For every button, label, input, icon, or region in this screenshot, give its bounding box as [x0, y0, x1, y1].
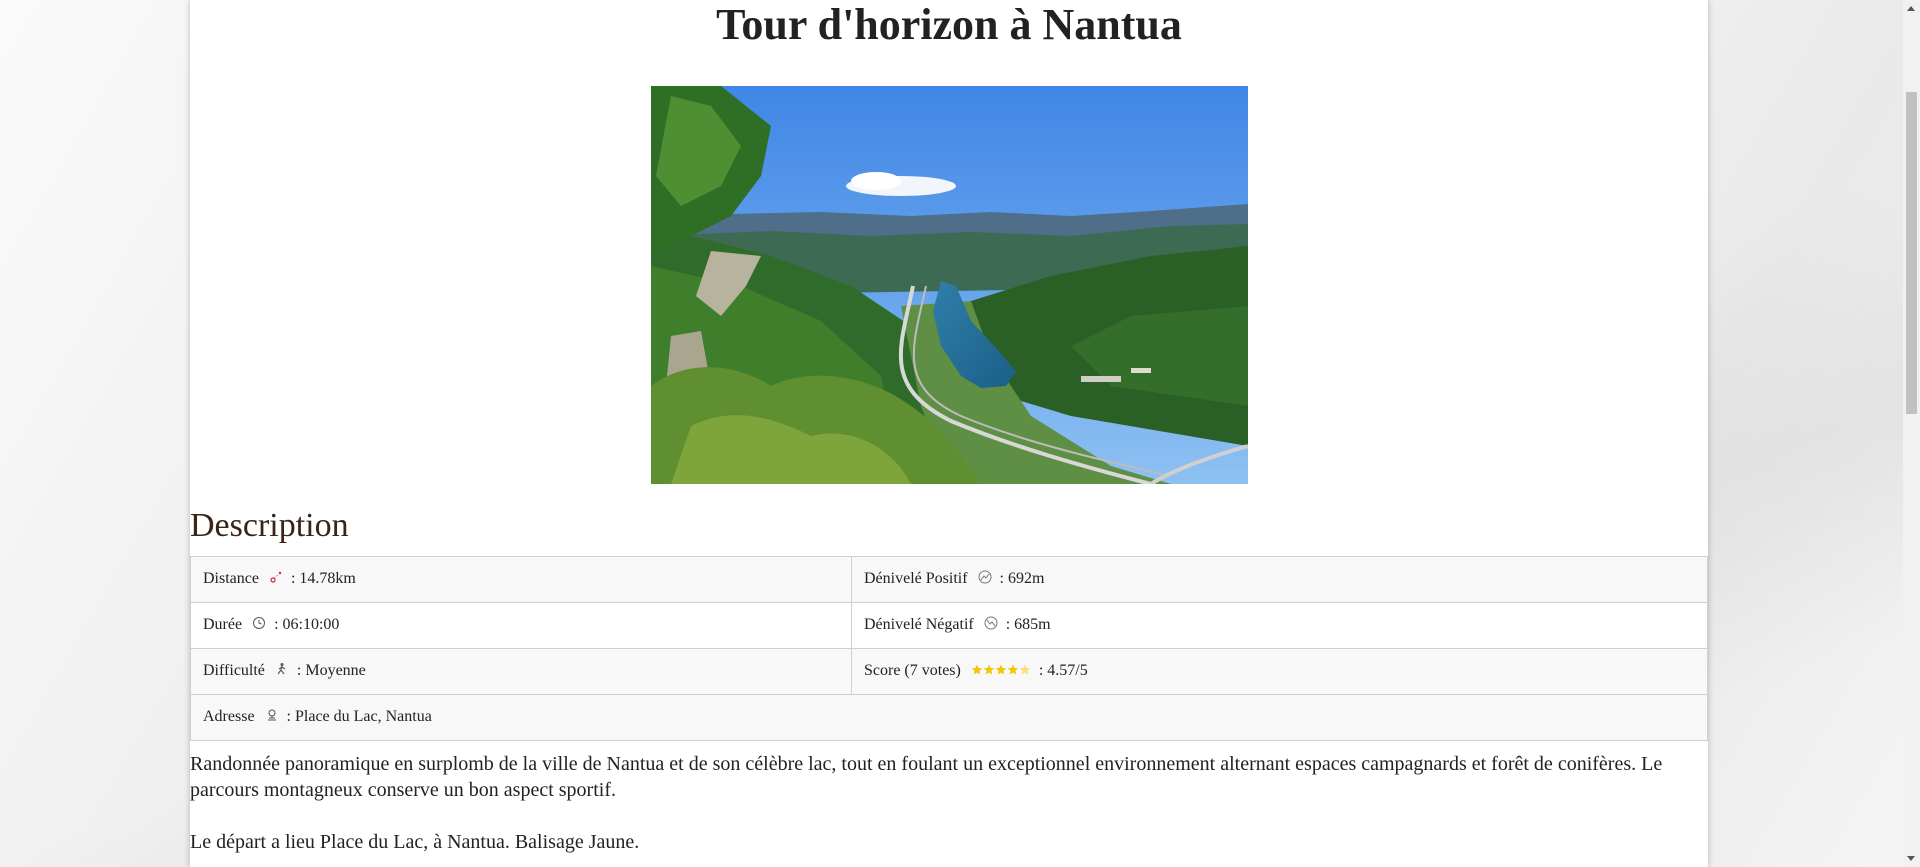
rating-star — [983, 664, 995, 675]
difficulty-value: : Moyenne — [296, 662, 366, 680]
trail-info-table: Distance : 14.78km Dénivelé Positif : 69… — [190, 556, 1708, 741]
elevation-down-value: : 685m — [1005, 616, 1051, 634]
description-text: Randonnée panoramique en surplomb de la … — [190, 751, 1708, 855]
rating-star — [995, 664, 1007, 675]
duration-label: Durée — [203, 616, 243, 634]
elevation-down-label: Dénivelé Négatif — [864, 616, 974, 634]
section-title-description: Description — [190, 507, 349, 544]
score-label: Score (7 votes) — [864, 662, 961, 680]
clock-icon — [252, 616, 266, 635]
elevation-up-icon — [978, 570, 992, 589]
table-row: Difficulté : Moyenne Score (7 votes) : 4… — [190, 648, 1708, 695]
hero-image — [650, 86, 1248, 484]
location-icon — [265, 708, 279, 727]
scroll-down-arrow-icon[interactable] — [1907, 856, 1915, 861]
address-label: Adresse — [203, 708, 255, 726]
table-row: Adresse : Place du Lac, Nantua — [190, 694, 1708, 741]
info-cell-difficulty: Difficulté : Moyenne — [190, 648, 852, 695]
scroll-up-arrow-icon[interactable] — [1907, 6, 1915, 11]
elevation-down-icon — [984, 616, 998, 635]
distance-label: Distance — [203, 570, 259, 588]
scrollbar-thumb[interactable] — [1906, 92, 1917, 414]
table-row: Durée : 06:10:00 Dénivelé Négatif : 685m — [190, 602, 1708, 649]
vertical-scrollbar[interactable] — [1903, 0, 1920, 867]
info-cell-distance: Distance : 14.78km — [190, 556, 852, 603]
info-cell-score: Score (7 votes) : 4.57/5 — [851, 648, 1708, 695]
address-value: : Place du Lac, Nantua — [286, 708, 432, 726]
table-row: Distance : 14.78km Dénivelé Positif : 69… — [190, 556, 1708, 603]
info-cell-address: Adresse : Place du Lac, Nantua — [190, 694, 1708, 741]
hiker-icon — [275, 662, 289, 681]
difficulty-label: Difficulté — [203, 662, 265, 680]
description-paragraph: Randonnée panoramique en surplomb de la … — [190, 753, 1663, 801]
content-card: Tour d'horizon à Nantua Description Dist… — [190, 0, 1708, 867]
description-paragraph: Le départ a lieu Place du Lac, à Nantua.… — [190, 831, 640, 853]
rating-star — [1007, 664, 1019, 675]
elevation-up-value: : 692m — [999, 570, 1045, 588]
distance-value: : 14.78km — [290, 570, 356, 588]
info-cell-elevation-down: Dénivelé Négatif : 685m — [851, 602, 1708, 649]
rating-star — [1019, 664, 1031, 675]
hero-image-wrapper — [190, 86, 1708, 484]
rating-star — [971, 664, 983, 675]
stars-icon — [971, 663, 1031, 681]
elevation-up-label: Dénivelé Positif — [864, 570, 968, 588]
page-title: Tour d'horizon à Nantua — [716, 0, 1182, 49]
duration-value: : 06:10:00 — [274, 616, 340, 634]
distance-icon — [269, 570, 283, 589]
score-value: : 4.57/5 — [1038, 662, 1088, 680]
info-cell-duration: Durée : 06:10:00 — [190, 602, 852, 649]
info-cell-elevation-up: Dénivelé Positif : 692m — [851, 556, 1708, 603]
